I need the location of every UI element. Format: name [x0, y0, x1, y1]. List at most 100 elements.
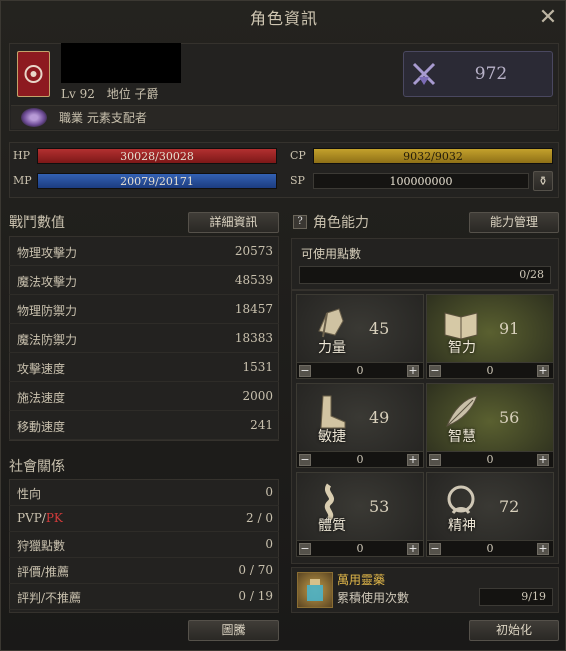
ability-add-value: 0	[486, 542, 494, 555]
close-icon[interactable]: ✕	[536, 7, 560, 31]
ability-value: 56	[499, 408, 520, 427]
minus-icon[interactable]: −	[429, 365, 441, 377]
plus-icon[interactable]: +	[407, 454, 419, 466]
ability-heading: 角色能力	[313, 215, 369, 231]
ability-card: 敏捷 49 − 0 +	[296, 383, 424, 468]
pvp-pk-label: PVP/PK	[17, 511, 63, 525]
character-name-redacted	[61, 43, 181, 83]
social-row: 狩獵點數 0	[9, 532, 279, 558]
ability-value: 49	[369, 408, 390, 427]
combat-stat-label: 物理防禦力	[17, 304, 78, 318]
social-value: 2 / 0	[246, 511, 273, 525]
level-prefix: Lv	[61, 87, 76, 101]
ability-stepper: − 0 +	[297, 362, 423, 378]
sp-potion-icon[interactable]: ⚱	[533, 171, 553, 191]
ability-name: 精神	[448, 518, 476, 534]
job-line: 職業 元素支配者	[59, 109, 147, 126]
reset-button[interactable]: 初始化	[469, 620, 559, 641]
points-value: 0/28	[299, 266, 551, 284]
plus-icon[interactable]: +	[537, 365, 549, 377]
elixir-name: 萬用靈藥	[337, 573, 386, 587]
ability-value: 91	[499, 319, 520, 338]
combat-stat-value: 48539	[234, 273, 273, 287]
social-label: 狩獵點數	[17, 539, 66, 553]
combat-stat-row: 移動速度 241	[9, 411, 279, 440]
rank-label: 地位	[106, 87, 131, 101]
ability-stepper: − 0 +	[297, 451, 423, 467]
ability-add-value: 0	[356, 453, 364, 466]
social-value: 0 / 19	[238, 589, 273, 603]
minus-icon[interactable]: −	[299, 543, 311, 555]
ability-add-value: 0	[356, 364, 364, 377]
ability-card: 智力 91 − 0 +	[426, 294, 554, 379]
social-label: 評判/不推薦	[17, 591, 82, 605]
combat-stat-value: 18383	[234, 331, 273, 345]
ability-name: 力量	[318, 340, 346, 356]
combat-stat-label: 魔法攻擊力	[17, 275, 78, 289]
ability-card: 智慧 56 − 0 +	[426, 383, 554, 468]
combat-stat-row: 施法速度 2000	[9, 382, 279, 411]
ability-manage-button[interactable]: 能力管理	[469, 212, 559, 233]
social-label: 評價/推薦	[17, 565, 70, 579]
job-value: 元素支配者	[86, 111, 147, 125]
combat-stat-label: 攻擊速度	[17, 362, 66, 376]
plus-icon[interactable]: +	[407, 543, 419, 555]
pk-label: PK	[45, 511, 63, 525]
elixir-label: 累積使用次數	[337, 591, 410, 605]
social-row: 評價/推薦 0 / 70	[9, 558, 279, 584]
detail-info-button[interactable]: 詳細資訊	[188, 212, 279, 233]
combat-stat-value: 18457	[234, 302, 273, 316]
combat-stat-label: 魔法防禦力	[17, 333, 78, 347]
combat-stat-row: 攻擊速度 1531	[9, 353, 279, 382]
hp-bar: 30028/30028	[37, 148, 277, 164]
combat-stat-value: 20573	[234, 244, 273, 258]
rank-value: 子爵	[134, 87, 159, 101]
combat-stats-heading: 戰鬥數值	[9, 215, 65, 231]
ability-card: 力量 45 − 0 +	[296, 294, 424, 379]
level-rank-line: Lv 92 地位 子爵	[61, 85, 159, 102]
crossed-swords-icon	[412, 62, 436, 86]
character-info-window: 角色資訊 ✕ Lv 92 地位 子爵 職業 元素支配者 972 HP 30028…	[0, 0, 566, 651]
ability-stepper: − 0 +	[427, 362, 553, 378]
mp-label: MP	[13, 174, 32, 187]
cp-label: CP	[290, 149, 306, 162]
combat-power-value: 972	[474, 64, 508, 84]
social-row: 性向 0	[9, 480, 279, 506]
combat-stat-label: 物理攻擊力	[17, 246, 78, 260]
plus-icon[interactable]: +	[407, 365, 419, 377]
mp-bar: 20079/20171	[37, 173, 277, 189]
cp-bar: 9032/9032	[313, 148, 553, 164]
ability-value: 72	[499, 497, 520, 516]
ability-stepper: − 0 +	[427, 451, 553, 467]
ability-add-value: 0	[486, 364, 494, 377]
help-icon[interactable]: ?	[293, 215, 307, 229]
social-row: PVP/PK 2 / 0	[9, 506, 279, 532]
combat-stat-value: 1531	[242, 360, 273, 374]
social-label: 性向	[17, 487, 42, 501]
elixir-count: 9/19	[479, 588, 553, 606]
ability-name: 敏捷	[318, 429, 346, 445]
social-heading: 社會關係	[9, 459, 65, 475]
ability-value: 45	[369, 319, 390, 338]
ability-name: 智力	[448, 340, 476, 356]
ability-card: 體質 53 − 0 +	[296, 472, 424, 557]
ability-add-value: 0	[486, 453, 494, 466]
ability-value: 53	[369, 497, 390, 516]
hp-label: HP	[13, 149, 30, 162]
emblem-button[interactable]: 圖騰	[188, 620, 279, 641]
job-label: 職業	[59, 111, 84, 125]
minus-icon[interactable]: −	[299, 454, 311, 466]
combat-stat-row: 物理防禦力 18457	[9, 295, 279, 324]
plus-icon[interactable]: +	[537, 543, 549, 555]
minus-icon[interactable]: −	[429, 543, 441, 555]
combat-stat-value: 241	[250, 418, 273, 432]
character-emblem	[17, 51, 50, 97]
social-value: 0	[265, 537, 273, 551]
ability-stepper: − 0 +	[427, 540, 553, 556]
minus-icon[interactable]: −	[429, 454, 441, 466]
plus-icon[interactable]: +	[537, 454, 549, 466]
social-value: 0 / 70	[238, 563, 273, 577]
combat-stat-row: 物理攻擊力 20573	[9, 237, 279, 266]
combat-stat-label: 施法速度	[17, 391, 66, 405]
minus-icon[interactable]: −	[299, 365, 311, 377]
